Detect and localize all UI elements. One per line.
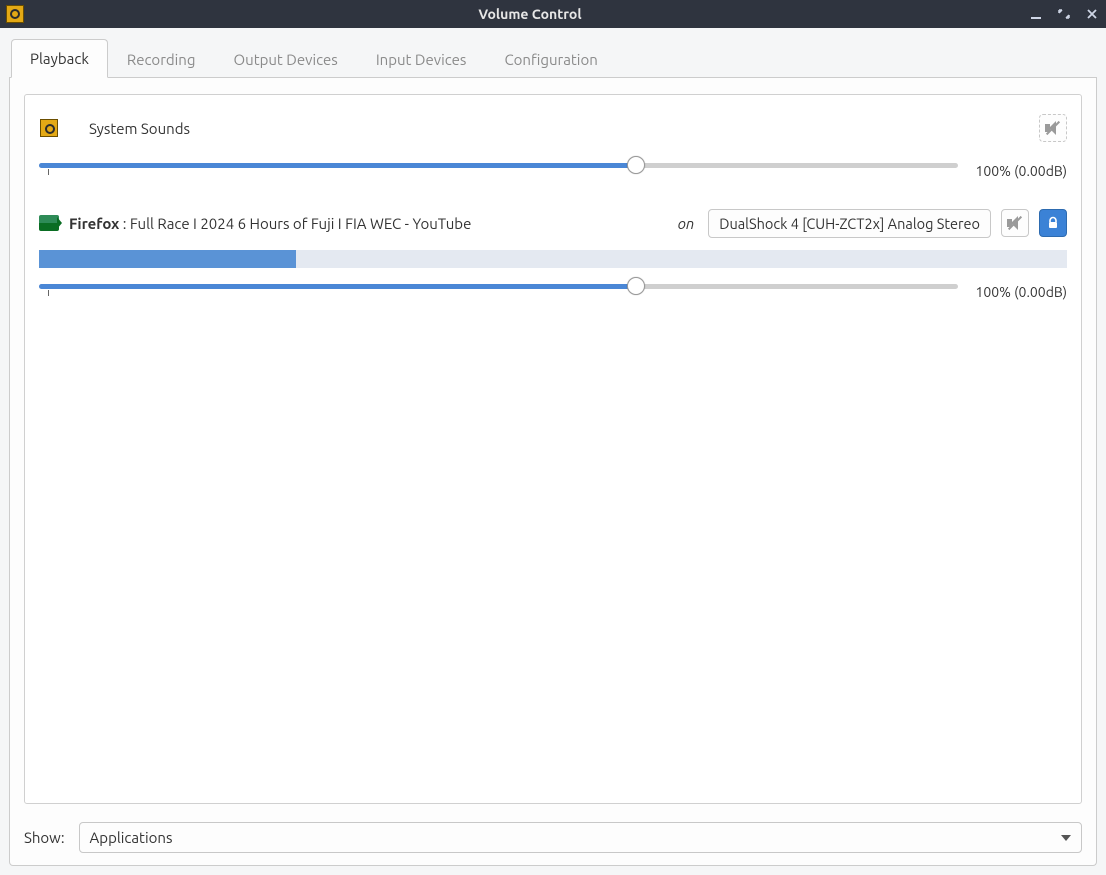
- window-content: Playback Recording Output Devices Input …: [0, 28, 1106, 875]
- tabbar: Playback Recording Output Devices Input …: [9, 38, 1097, 78]
- vu-meter: [39, 250, 1067, 268]
- maximize-button[interactable]: [1056, 6, 1072, 22]
- app-icon: [6, 5, 24, 23]
- stream-header: System Sounds: [39, 113, 1067, 143]
- minimize-button[interactable]: [1028, 6, 1044, 22]
- speaker-icon: [39, 118, 59, 138]
- mute-icon: [1045, 121, 1061, 135]
- volume-slider[interactable]: [39, 282, 958, 301]
- tab-panel-playback: System Sounds 100% (0.00dB): [9, 78, 1097, 866]
- volume-value: 100% (0.00dB): [972, 284, 1067, 300]
- on-label: on: [678, 215, 695, 232]
- output-device-select[interactable]: DualShock 4 [CUH-ZCT2x] Analog Stereo: [708, 209, 991, 238]
- stream-name: Firefox : Full Race I 2024 6 Hours of Fu…: [69, 215, 471, 232]
- volume-value: 100% (0.00dB): [972, 163, 1067, 179]
- tab-output-devices[interactable]: Output Devices: [214, 40, 356, 78]
- volume-slider[interactable]: [39, 161, 958, 180]
- show-filter-value: Applications: [90, 829, 173, 846]
- tab-playback[interactable]: Playback: [11, 39, 108, 78]
- stream-system-sounds: System Sounds 100% (0.00dB): [39, 113, 1067, 180]
- streams-list: System Sounds 100% (0.00dB): [24, 94, 1082, 804]
- tab-input-devices[interactable]: Input Devices: [357, 40, 486, 78]
- mute-button[interactable]: [1039, 114, 1067, 142]
- volume-slider-row: 100% (0.00dB): [39, 161, 1067, 180]
- show-label: Show:: [24, 829, 65, 846]
- tab-recording[interactable]: Recording: [108, 40, 215, 78]
- flag-icon: [39, 213, 59, 233]
- chevron-down-icon: [1061, 835, 1071, 841]
- mute-icon: [1007, 216, 1023, 230]
- window-title: Volume Control: [32, 6, 1028, 22]
- stream-title: : Full Race I 2024 6 Hours of Fuji I FIA…: [119, 215, 471, 232]
- stream-firefox: Firefox : Full Race I 2024 6 Hours of Fu…: [39, 208, 1067, 301]
- window-controls: [1028, 6, 1100, 22]
- close-button[interactable]: [1084, 6, 1100, 22]
- stream-header: Firefox : Full Race I 2024 6 Hours of Fu…: [39, 208, 1067, 238]
- lock-channels-button[interactable]: [1039, 209, 1067, 237]
- titlebar: Volume Control: [0, 0, 1106, 28]
- tab-configuration[interactable]: Configuration: [485, 40, 616, 78]
- lock-icon: [1046, 216, 1060, 230]
- footer: Show: Applications: [10, 814, 1096, 865]
- stream-name: System Sounds: [89, 120, 190, 137]
- show-filter-select[interactable]: Applications: [79, 822, 1082, 853]
- volume-slider-row: 100% (0.00dB): [39, 282, 1067, 301]
- app-name: Firefox: [69, 215, 119, 232]
- mute-button[interactable]: [1001, 209, 1029, 237]
